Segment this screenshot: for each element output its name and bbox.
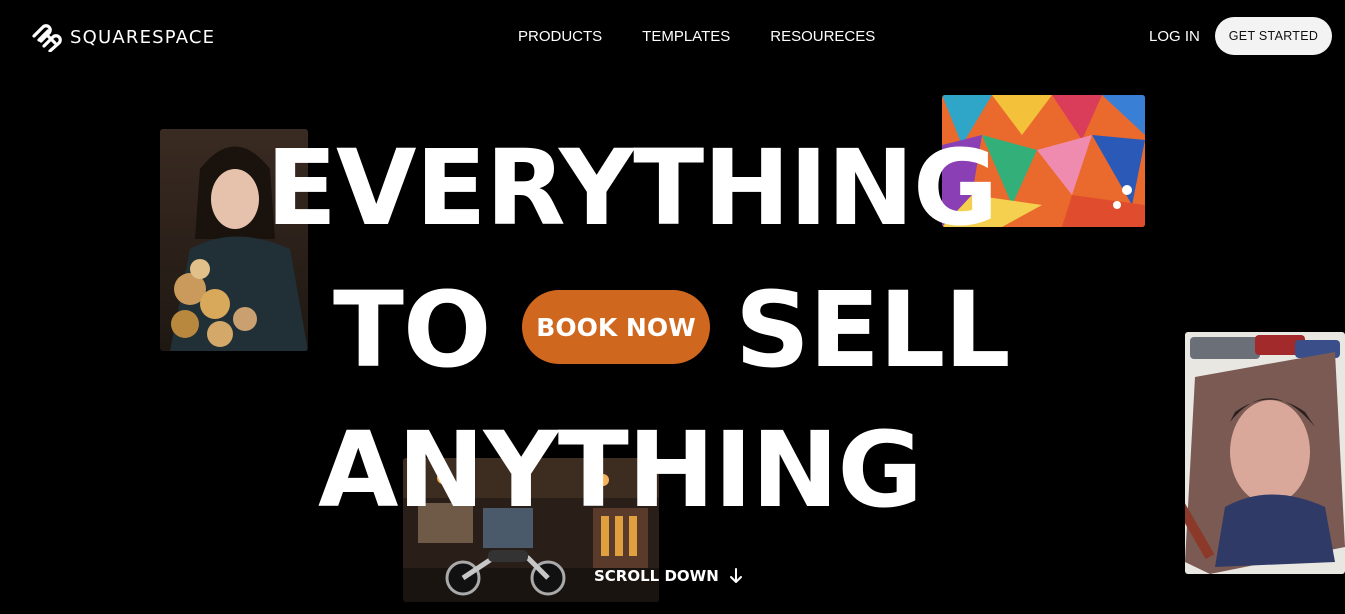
scroll-down-link[interactable]: SCROLL DOWN <box>594 567 743 585</box>
headline-line-3: ANYTHING <box>318 409 923 531</box>
nav-products[interactable]: PRODUCTS <box>518 28 602 45</box>
brand-name: SQUARESPACE <box>70 26 216 48</box>
get-started-button[interactable]: GET STARTED <box>1215 17 1332 55</box>
nav-templates[interactable]: TEMPLATES <box>642 28 730 45</box>
scroll-down-label: SCROLL DOWN <box>594 567 719 585</box>
brand-logo[interactable]: SQUARESPACE <box>30 22 215 52</box>
headline-word-sell: SELL <box>735 269 1010 391</box>
nav-resources[interactable]: RESOURECES <box>770 28 875 45</box>
arrow-down-icon <box>729 568 742 583</box>
book-now-button[interactable]: BOOK NOW <box>522 290 710 364</box>
headline-line-2: TO SELL <box>333 278 1345 382</box>
login-link[interactable]: LOG IN <box>1149 28 1200 45</box>
squarespace-logo-icon <box>32 24 62 52</box>
main-nav: PRODUCTS TEMPLATES RESOURECES <box>518 28 875 45</box>
headline-line-1: EVERYTHING <box>266 127 998 249</box>
headline-word-to: TO <box>333 269 491 391</box>
